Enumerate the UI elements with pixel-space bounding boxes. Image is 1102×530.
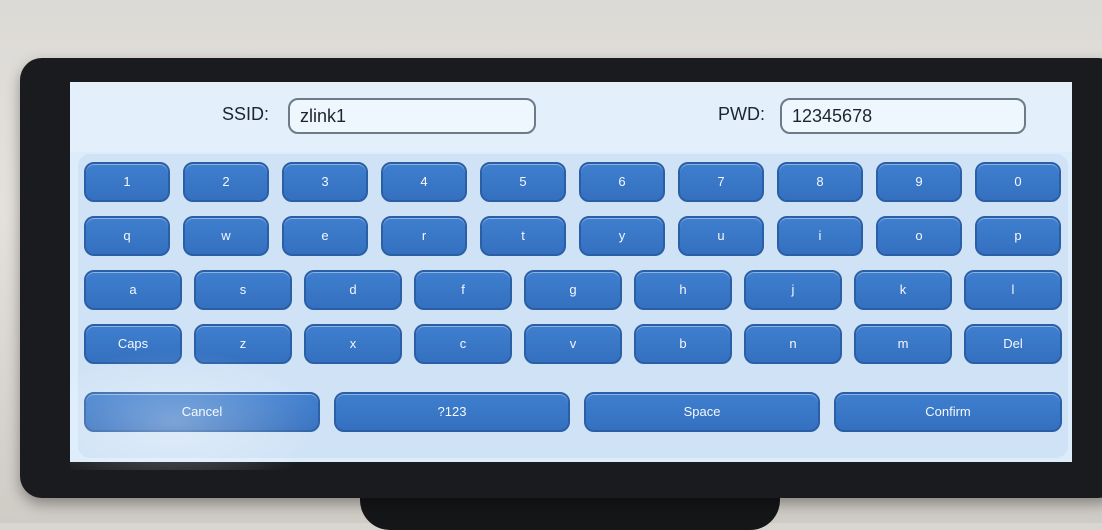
key-j[interactable]: j [744, 270, 842, 310]
confirm-button[interactable]: Confirm [834, 392, 1062, 432]
key-8[interactable]: 8 [777, 162, 863, 202]
key-a[interactable]: a [84, 270, 182, 310]
caps-key[interactable]: Caps [84, 324, 182, 364]
key-r[interactable]: r [381, 216, 467, 256]
key-9[interactable]: 9 [876, 162, 962, 202]
key-0[interactable]: 0 [975, 162, 1061, 202]
key-4[interactable]: 4 [381, 162, 467, 202]
key-2[interactable]: 2 [183, 162, 269, 202]
key-u[interactable]: u [678, 216, 764, 256]
key-k[interactable]: k [854, 270, 952, 310]
key-h[interactable]: h [634, 270, 732, 310]
key-d[interactable]: d [304, 270, 402, 310]
key-6[interactable]: 6 [579, 162, 665, 202]
key-x[interactable]: x [304, 324, 402, 364]
cancel-button[interactable]: Cancel [84, 392, 320, 432]
key-i[interactable]: i [777, 216, 863, 256]
key-7[interactable]: 7 [678, 162, 764, 202]
key-l[interactable]: l [964, 270, 1062, 310]
key-1[interactable]: 1 [84, 162, 170, 202]
key-m[interactable]: m [854, 324, 952, 364]
key-s[interactable]: s [194, 270, 292, 310]
symbols-toggle-button[interactable]: ?123 [334, 392, 570, 432]
delete-key[interactable]: Del [964, 324, 1062, 364]
wifi-credentials-bar: SSID: zlink1 PWD: 12345678 [70, 82, 1072, 152]
touch-screen: SSID: zlink1 PWD: 12345678 1 2 3 4 5 6 7… [70, 82, 1072, 462]
space-key[interactable]: Space [584, 392, 820, 432]
key-p[interactable]: p [975, 216, 1061, 256]
key-t[interactable]: t [480, 216, 566, 256]
key-5[interactable]: 5 [480, 162, 566, 202]
ssid-label: SSID: [222, 104, 270, 124]
key-y[interactable]: y [579, 216, 665, 256]
key-b[interactable]: b [634, 324, 732, 364]
ssid-input[interactable]: zlink1 [288, 98, 536, 134]
key-o[interactable]: o [876, 216, 962, 256]
key-w[interactable]: w [183, 216, 269, 256]
on-screen-keyboard: 1 2 3 4 5 6 7 8 9 0 q w e r t y u i o p … [78, 154, 1068, 458]
pwd-label: PWD: [718, 104, 765, 124]
key-e[interactable]: e [282, 216, 368, 256]
key-c[interactable]: c [414, 324, 512, 364]
key-v[interactable]: v [524, 324, 622, 364]
key-g[interactable]: g [524, 270, 622, 310]
key-q[interactable]: q [84, 216, 170, 256]
key-f[interactable]: f [414, 270, 512, 310]
key-z[interactable]: z [194, 324, 292, 364]
key-n[interactable]: n [744, 324, 842, 364]
pwd-input[interactable]: 12345678 [780, 98, 1026, 134]
key-3[interactable]: 3 [282, 162, 368, 202]
